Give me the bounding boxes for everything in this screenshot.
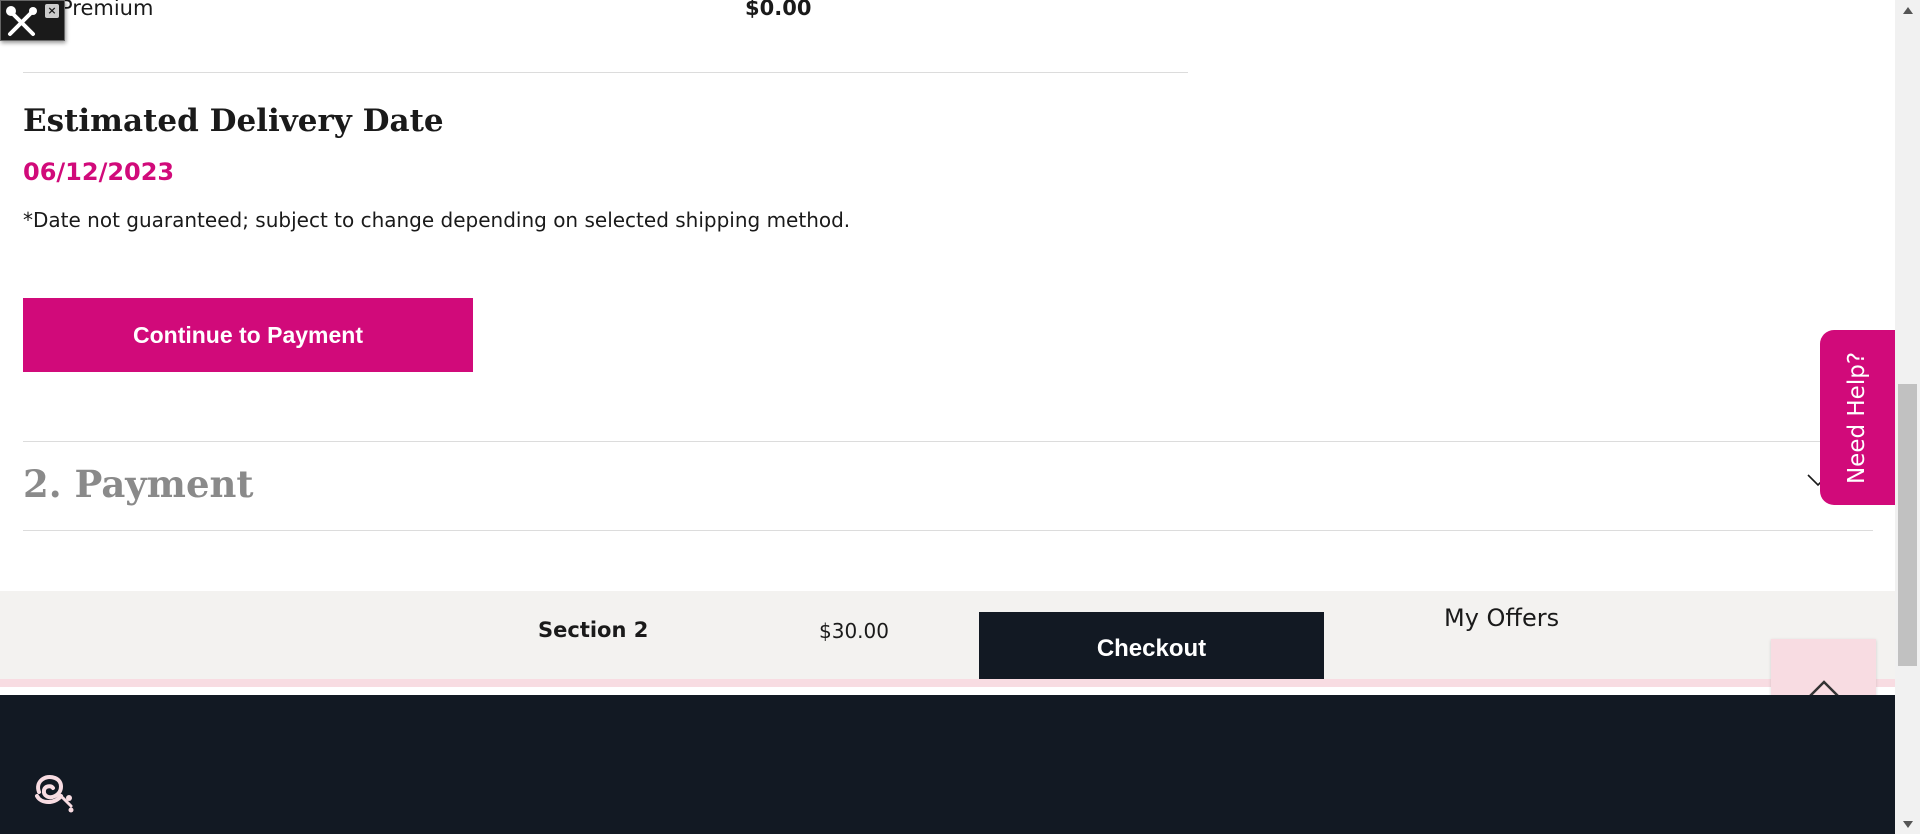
tools-icon[interactable] — [5, 6, 39, 38]
checkout-page: × Premium $0.00 Estimated Delivery Date … — [0, 0, 1895, 834]
delivery-title: Estimated Delivery Date — [23, 103, 444, 139]
section-label: Section 2 — [538, 618, 649, 642]
tools-widget[interactable]: × — [0, 0, 65, 41]
section-price: $30.00 — [819, 619, 889, 643]
premium-label: Premium — [60, 0, 154, 20]
payment-section-title[interactable]: 2. Payment — [23, 462, 254, 506]
need-help-tab[interactable]: Need Help? — [1820, 330, 1895, 505]
accent-line — [0, 679, 1895, 687]
divider — [23, 441, 1873, 442]
delivery-disclaimer: *Date not guaranteed; subject to change … — [23, 208, 851, 232]
footer — [0, 695, 1895, 834]
premium-value: $0.00 — [745, 0, 812, 20]
scrollbar-thumb[interactable] — [1898, 384, 1917, 666]
scroll-down-arrow-icon[interactable] — [1895, 814, 1920, 834]
need-help-label: Need Help? — [1844, 351, 1871, 484]
checkout-button[interactable]: Checkout — [979, 612, 1324, 686]
delivery-date: 06/12/2023 — [23, 158, 175, 186]
divider — [23, 530, 1873, 531]
close-icon[interactable]: × — [45, 4, 59, 18]
my-offers-link[interactable]: My Offers — [1444, 604, 1559, 632]
sticky-checkout-bar: Section 2 $30.00 Checkout My Offers — [0, 591, 1895, 687]
continue-to-payment-button[interactable]: Continue to Payment — [23, 298, 473, 372]
rose-logo-icon[interactable] — [29, 768, 77, 814]
divider — [23, 72, 1188, 73]
vertical-scrollbar[interactable] — [1895, 0, 1920, 834]
scroll-up-arrow-icon[interactable] — [1895, 0, 1920, 20]
